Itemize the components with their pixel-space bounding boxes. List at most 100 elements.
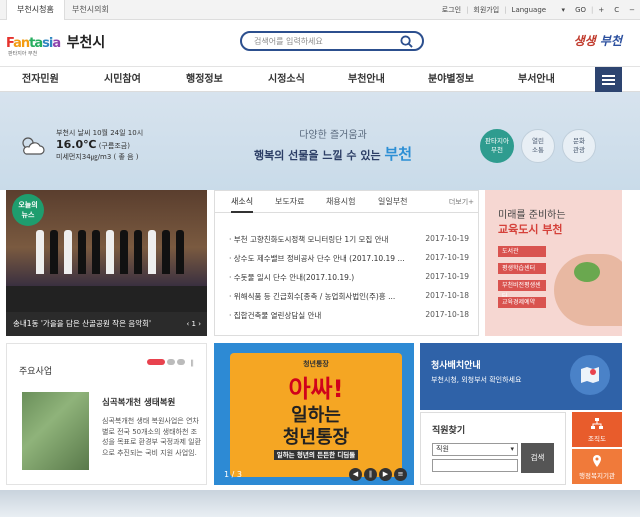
nav-city-news[interactable]: 시정소식 <box>268 67 305 93</box>
news-board: 새소식 보도자료 채용시험 일일부천 더보기+ · 부천 고향친화도시정책 모니… <box>214 190 479 336</box>
pause-icon[interactable]: ∥ <box>364 468 377 481</box>
hero-copy-text: 행복의 선물을 느낄 수 있는 <box>253 149 381 162</box>
news-row[interactable]: · 수돗물 일시 단수 안내(2017.10.19.) 2017-10-19 <box>229 272 469 284</box>
news-row[interactable]: · 집합건축물 열린상담실 안내 2017-10-18 <box>229 310 469 322</box>
site-logo[interactable]: Fantasia 부천시 판타지아 부천 <box>6 32 106 57</box>
edu-link-reservation[interactable]: 교육경제예약 <box>498 297 546 308</box>
search-placeholder: 검색어를 입력하세요 <box>254 37 323 46</box>
photo-pager[interactable]: ‹ 1 › <box>186 312 201 336</box>
today-news-badge: 오늘의 뉴스 <box>12 194 44 226</box>
sprout-image <box>574 262 600 282</box>
chevron-down-icon: ▾ <box>510 445 514 453</box>
location-pin-icon <box>593 455 601 467</box>
staff-search-input[interactable] <box>432 459 518 472</box>
zoom-out-button[interactable]: − <box>624 6 640 14</box>
circle-fantasia[interactable]: 판타지아 부천 <box>480 129 514 163</box>
top-utility-bar: 부천시청홈 부천시의회 로그인 | 회원가입 | Language ▾ GO |… <box>0 0 640 20</box>
org-chart-button[interactable]: 조직도 <box>572 412 622 447</box>
audience <box>6 286 207 312</box>
circle-label: 열린 <box>532 137 544 145</box>
tab-recruitment[interactable]: 채용시험 <box>326 191 355 213</box>
performer <box>120 230 128 274</box>
hero-copy: 다양한 즐거움과 행복의 선물을 느낄 수 있는 부천 <box>233 126 433 164</box>
edu-line-2: 교육도시 부천 <box>498 223 563 236</box>
project-heading[interactable]: 심곡복개천 생태복원 <box>102 396 175 408</box>
logo-city: 부천시 <box>66 35 106 51</box>
office-subtitle: 부천시청, 외청부서 확인하세요 <box>431 376 522 384</box>
news-tabs: 새소식 보도자료 채용시험 일일부천 더보기+ <box>215 191 478 213</box>
weather-info: 부천시 날씨 10월 24일 10시 16.0℃ (구름조금) 미세먼지34㎍/… <box>56 128 143 163</box>
dropdown-arrow-icon: ▾ <box>561 6 566 14</box>
go-button[interactable]: GO <box>570 6 591 14</box>
staff-search-button[interactable]: 검색 <box>521 443 554 473</box>
news-date: 2017-10-18 <box>421 310 469 319</box>
news-date: 2017-10-19 <box>421 272 469 281</box>
map-icon <box>570 355 610 395</box>
city-slogan: 생생 부천 <box>574 32 622 49</box>
photo-news[interactable]: 오늘의 뉴스 송내1동 '가을을 담은 산골공원 작은 음악회' ‹ 1 › <box>6 190 207 336</box>
banner-top-text: 청년통장 <box>303 360 329 368</box>
news-row[interactable]: · 부천 고향친화도시정책 모니터링단 1기 모집 안내 2017-10-19 <box>229 234 469 246</box>
header: Fantasia 부천시 판타지아 부천 검색어를 입력하세요 생생 부천 <box>0 20 640 66</box>
education-city-banner[interactable]: 미래를 준비하는 교육도시 부천 도서관 평생학습센터 부천비전평생센터 교육경… <box>485 190 622 336</box>
banner-controls: 1 / 3 ◀ ∥ ▶ ≡ <box>214 465 414 485</box>
signup-link[interactable]: 회원가입 <box>468 5 504 15</box>
org-chart-icon <box>591 418 603 429</box>
staff-category-select[interactable]: 직원 ▾ <box>432 443 518 456</box>
project-description: 심곡복개천 생태 복원사업은 연차별로 전국 50개소의 생태하천 조성을 목표… <box>102 417 202 457</box>
news-row[interactable]: · 상수도 제수밸브 정비공사 단수 안내 (2017.10.19 ... 201… <box>229 253 469 265</box>
nav-civil-service[interactable]: 전자민원 <box>22 67 59 93</box>
next-icon[interactable]: ▶ <box>379 468 392 481</box>
photo-caption[interactable]: 송내1동 '가을을 담은 산골공원 작은 음악회' <box>13 319 151 328</box>
circle-open-communication[interactable]: 열린 소통 <box>521 129 555 163</box>
list-icon[interactable]: ≡ <box>394 468 407 481</box>
news-more-link[interactable]: 더보기+ <box>449 191 474 213</box>
utility-links: 로그인 | 회원가입 | Language ▾ GO | + C − <box>437 0 640 20</box>
performer <box>134 230 142 274</box>
prev-icon[interactable]: ◀ <box>349 468 362 481</box>
org-chart-label: 조직도 <box>588 435 606 443</box>
nav-bucheon-guide[interactable]: 부천안내 <box>348 67 385 93</box>
news-row[interactable]: · 위해식품 등 긴급회수[종축 / 농업회사법인(주)흥 ... 2017-10… <box>229 291 469 303</box>
zoom-in-button[interactable]: + <box>593 6 609 14</box>
tab-city-hall-home[interactable]: 부천시청홈 <box>6 0 65 20</box>
slide-dot[interactable] <box>176 359 185 365</box>
login-link[interactable]: 로그인 <box>437 5 466 15</box>
edu-link-vision-center[interactable]: 부천비전평생센터 <box>498 280 546 300</box>
office-layout-guide[interactable]: 청사배치안내 부천시청, 외청부서 확인하세요 <box>420 343 622 410</box>
tab-daily-bucheon[interactable]: 일일부천 <box>378 191 407 213</box>
stream-restoration-photo[interactable] <box>22 392 89 470</box>
banner-counter: 1 / 3 <box>224 470 242 479</box>
menu-icon[interactable] <box>595 67 622 93</box>
circle-label: 판타지아 <box>485 137 509 145</box>
nav-admin-info[interactable]: 행정정보 <box>186 67 223 93</box>
edu-link-library[interactable]: 도서관 <box>498 246 546 257</box>
slogan-part-1: 생생 <box>573 34 596 48</box>
reset-zoom-button[interactable]: C <box>609 6 624 14</box>
tab-new-news[interactable]: 새소식 <box>231 191 254 213</box>
edu-line-1: 미래를 준비하는 <box>498 210 566 221</box>
nav-citizen-participation[interactable]: 시민참여 <box>104 67 141 93</box>
hero-copy-line-2: 행복의 선물을 느낄 수 있는 부천 <box>233 143 433 164</box>
slide-dot[interactable] <box>166 359 175 365</box>
youth-account-banner[interactable]: 청년통장 아싸! 일하는 청년통장 일하는 청년의 든든한 디딤돌 1 / 3 … <box>214 343 414 485</box>
pause-icon[interactable]: ∥ <box>191 359 195 367</box>
news-date: 2017-10-19 <box>421 253 469 262</box>
badge-line: 오늘의 <box>18 201 38 209</box>
news-title: · 집합건축물 열린상담실 안내 <box>229 311 322 320</box>
admin-welfare-center-button[interactable]: 행정복지기관 <box>572 449 622 484</box>
search-icon[interactable] <box>400 35 413 48</box>
tab-press-release[interactable]: 보도자료 <box>275 191 304 213</box>
edu-link-lifelong-learning[interactable]: 평생학습센터 <box>498 263 546 274</box>
logo-subtitle: 판타지아 부천 <box>8 51 38 57</box>
slide-indicator[interactable]: ∥ <box>145 358 194 368</box>
search-box[interactable]: 검색어를 입력하세요 <box>240 31 424 51</box>
language-select[interactable]: Language <box>507 6 557 14</box>
circle-culture-tourism[interactable]: 문화 관광 <box>562 129 596 163</box>
tab-city-council[interactable]: 부천시의회 <box>62 0 119 20</box>
banner-tagline: 일하는 청년의 든든한 디딤돌 <box>230 449 402 460</box>
nav-department-guide[interactable]: 부서안내 <box>518 67 555 93</box>
nav-field-info[interactable]: 분야별정보 <box>428 67 474 93</box>
logo-brand: Fantasia <box>6 36 61 51</box>
slide-dot-active[interactable] <box>146 359 165 365</box>
